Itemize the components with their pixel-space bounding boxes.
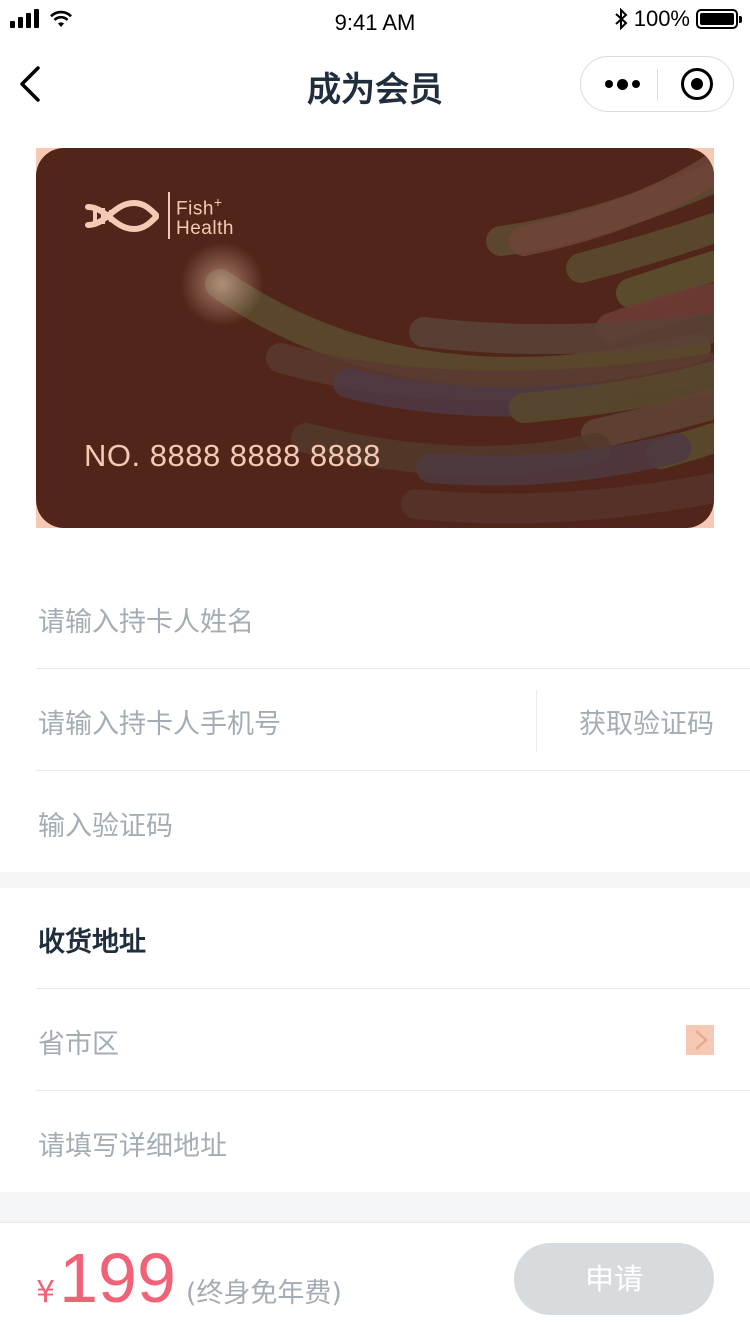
price-amount: 199 xyxy=(59,1239,176,1317)
section-gap xyxy=(0,872,750,888)
price-note: (终身免年费) xyxy=(185,1278,342,1309)
nav-bar: 成为会员 xyxy=(0,40,750,130)
more-icon[interactable] xyxy=(601,57,643,111)
membership-card-frame: Fish+ Health NO. 8888 8888 8888 xyxy=(36,148,714,528)
close-mini-program-icon[interactable] xyxy=(681,68,713,100)
status-bar: 9:41 AM 100% xyxy=(0,0,750,40)
code-field[interactable]: 输入验证码 xyxy=(36,772,750,874)
get-code-button[interactable]: 获取验证码 xyxy=(579,702,714,741)
code-input-placeholder: 输入验证码 xyxy=(38,811,173,842)
divider xyxy=(36,1090,750,1091)
brand-line2: Health xyxy=(176,218,234,240)
dna-logo-icon xyxy=(85,199,159,232)
capsule-divider xyxy=(657,69,658,101)
membership-card: Fish+ Health NO. 8888 8888 8888 xyxy=(36,148,714,528)
address-section-title: 收货地址 xyxy=(38,927,146,958)
battery-percent: 100% xyxy=(633,6,690,31)
status-right: 100% xyxy=(614,6,742,32)
card-number: NO. 8888 8888 8888 xyxy=(84,438,381,473)
footer-bar: ¥ 199 (终身免年费) 申请 xyxy=(0,1222,750,1335)
name-field[interactable]: 请输入持卡人姓名 xyxy=(36,568,750,670)
mini-program-capsule xyxy=(580,56,734,112)
vertical-divider xyxy=(536,690,537,752)
divider xyxy=(36,668,750,669)
brand-name: Fish+ Health xyxy=(168,192,234,240)
brand-line1: Fish xyxy=(176,198,214,220)
apply-button[interactable]: 申请 xyxy=(514,1243,714,1315)
price-block: ¥ 199 (终身免年费) xyxy=(36,1233,342,1323)
brand-plus: + xyxy=(213,194,223,210)
address-detail-placeholder: 请填写详细地址 xyxy=(38,1131,227,1162)
region-placeholder: 省市区 xyxy=(38,1029,119,1060)
phone-input-placeholder: 请输入持卡人手机号 xyxy=(38,709,281,740)
region-picker[interactable]: 省市区 xyxy=(36,990,750,1092)
battery-icon xyxy=(696,9,742,29)
divider xyxy=(36,988,750,989)
currency-symbol: ¥ xyxy=(36,1275,56,1310)
bluetooth-icon xyxy=(615,8,628,30)
address-detail-field[interactable]: 请填写详细地址 xyxy=(36,1092,750,1194)
section-gap xyxy=(0,1192,750,1222)
divider xyxy=(36,770,750,771)
chevron-right-icon[interactable] xyxy=(686,1025,714,1055)
fish-health-logo: Fish+ Health xyxy=(84,192,234,240)
name-input-placeholder: 请输入持卡人姓名 xyxy=(38,607,254,638)
